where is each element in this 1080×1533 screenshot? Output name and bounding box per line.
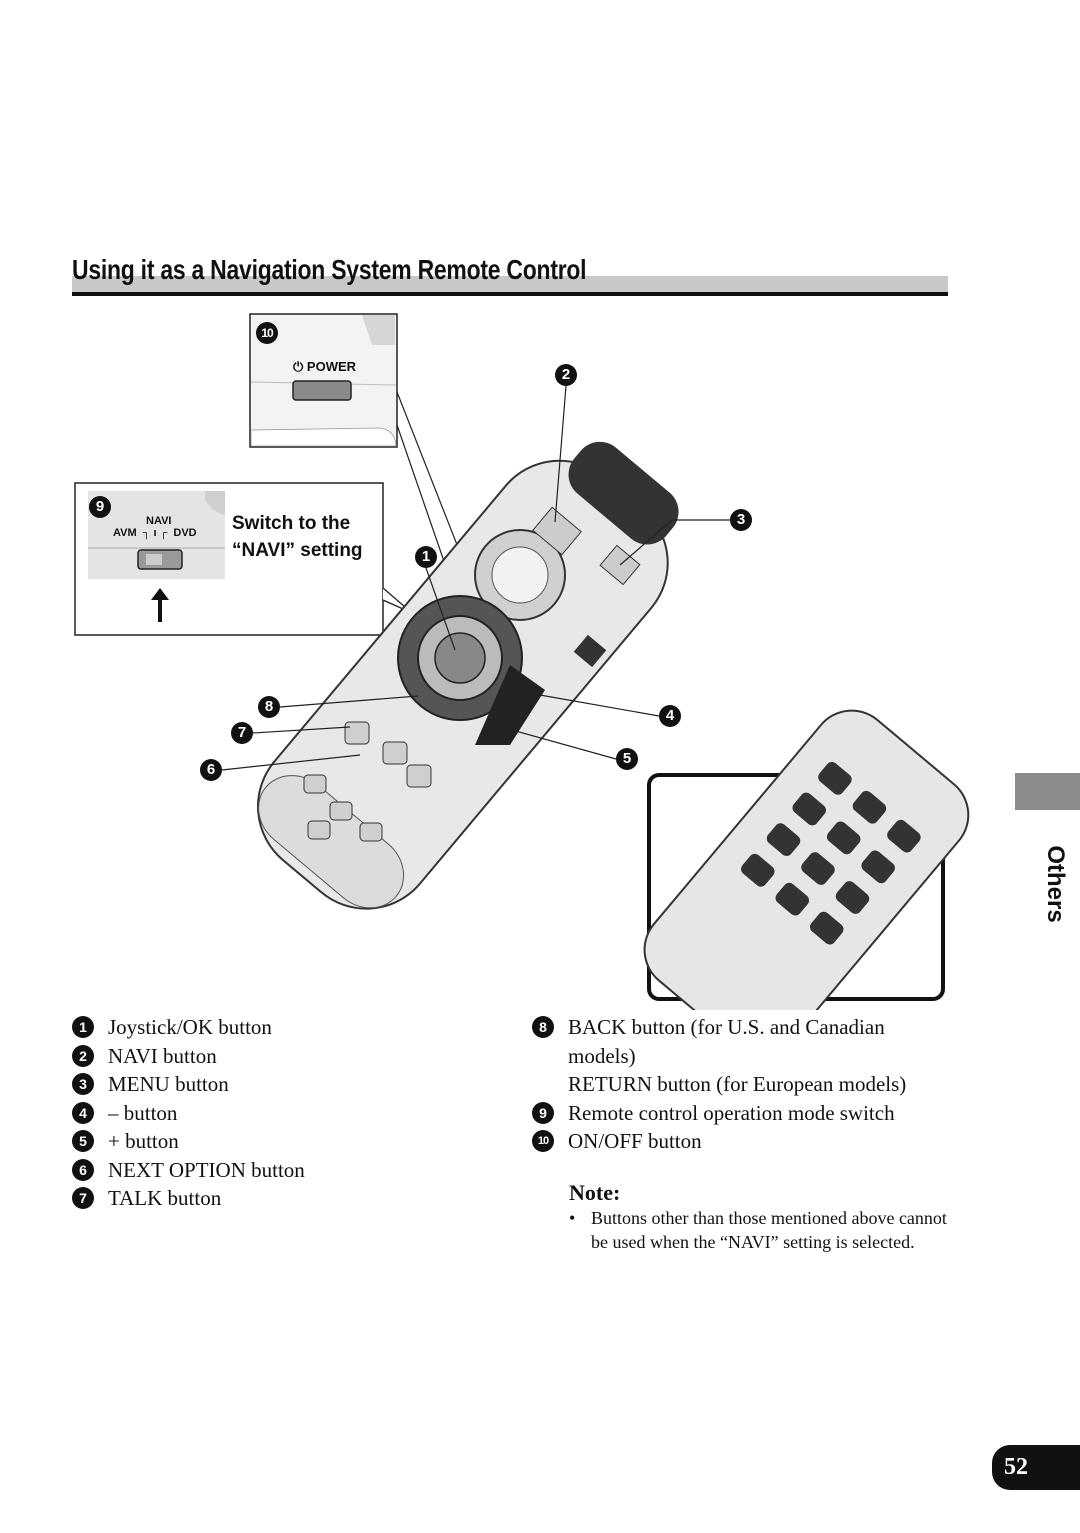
power-label: ⏻ POWER <box>293 359 357 374</box>
legend-text: NEXT OPTION button <box>108 1157 305 1182</box>
callout-8: 8 <box>258 696 280 718</box>
note-text: Buttons other than those mentioned above… <box>591 1208 947 1252</box>
legend-item: 10 ON/OFF button <box>532 1127 962 1156</box>
callout-9: 9 <box>89 496 111 518</box>
mode-navi-label: NAVI <box>146 515 172 527</box>
side-tab-marker <box>1015 773 1080 810</box>
legend-text-cont: models) <box>568 1043 636 1068</box>
note-bullet: • <box>569 1208 576 1228</box>
switch-caption-line1: Switch to the <box>232 513 351 534</box>
legend-item: 2 NAVI button <box>72 1042 305 1071</box>
power-button-graphic <box>292 380 352 401</box>
legend-text: NAVI button <box>108 1043 217 1068</box>
legend-num: 1 <box>72 1016 94 1038</box>
legend-num: 6 <box>72 1158 94 1181</box>
legend-num: 8 <box>532 1016 554 1038</box>
callout-4: 4 <box>659 705 681 727</box>
legend-num: 3 <box>72 1073 94 1095</box>
legend-text: – button <box>108 1100 178 1125</box>
legend-item: 7 TALK button <box>72 1184 305 1213</box>
callout-5: 5 <box>616 748 638 770</box>
switch-caption: Switch to the “NAVI” setting <box>232 510 363 564</box>
switch-caption-line2: “NAVI” setting <box>232 540 363 561</box>
legend-right: 8 BACK button (for U.S. and Canadian mode… <box>532 1013 962 1156</box>
legend-text: BACK button (for U.S. and Canadian <box>568 1015 885 1039</box>
note-title: Note: <box>569 1180 621 1205</box>
note-body: • Buttons other than those mentioned abo… <box>569 1207 954 1254</box>
legend-num: 9 <box>532 1101 554 1124</box>
side-tab-label: Others <box>1042 845 1069 923</box>
legend-text: TALK button <box>108 1186 222 1210</box>
callout-7: 7 <box>231 722 253 744</box>
legend-item: 8 BACK button (for U.S. and Canadian <box>532 1013 962 1042</box>
callout-10: 10 <box>256 322 278 344</box>
legend-item: 5 + button <box>72 1127 305 1156</box>
keypad-inset <box>643 709 970 1010</box>
legend-num: 4 <box>72 1101 94 1124</box>
legend-item: 1 Joystick/OK button <box>72 1013 305 1042</box>
mode-switch-labels: NAVI AVM ┐ ı ┌ DVD <box>113 515 197 539</box>
legend-item: 9 Remote control operation mode switch <box>532 1099 962 1128</box>
legend-text: ON/OFF button <box>568 1129 702 1153</box>
callout-2: 2 <box>555 364 577 386</box>
legend-num: 7 <box>72 1187 94 1209</box>
callout-1: 1 <box>415 546 437 568</box>
legend-left: 1 Joystick/OK button 2 NAVI button 3 MENU b… <box>72 1013 305 1213</box>
mode-dvd-label: DVD <box>173 527 197 539</box>
legend-text: MENU button <box>108 1072 229 1096</box>
legend-item: 3 MENU button <box>72 1070 305 1099</box>
legend-num: 2 <box>72 1044 94 1067</box>
callout-3: 3 <box>730 509 752 531</box>
page-number: 52 <box>992 1445 1080 1490</box>
legend-text-cont: RETURN button (for European models) <box>568 1072 907 1096</box>
legend-text: Joystick/OK button <box>108 1015 272 1039</box>
remote-control-illustration <box>74 313 970 1010</box>
power-label-text: POWER <box>306 359 357 374</box>
legend-text: + button <box>108 1129 179 1153</box>
mode-avm-label: AVM <box>113 527 137 539</box>
callout-6: 6 <box>200 759 222 781</box>
legend-num: 10 <box>532 1130 554 1152</box>
legend-text: Remote control operation mode switch <box>568 1100 895 1125</box>
legend-num: 5 <box>72 1130 94 1152</box>
legend-item: 4 – button <box>72 1099 305 1128</box>
legend-item: 6 NEXT OPTION button <box>72 1156 305 1185</box>
